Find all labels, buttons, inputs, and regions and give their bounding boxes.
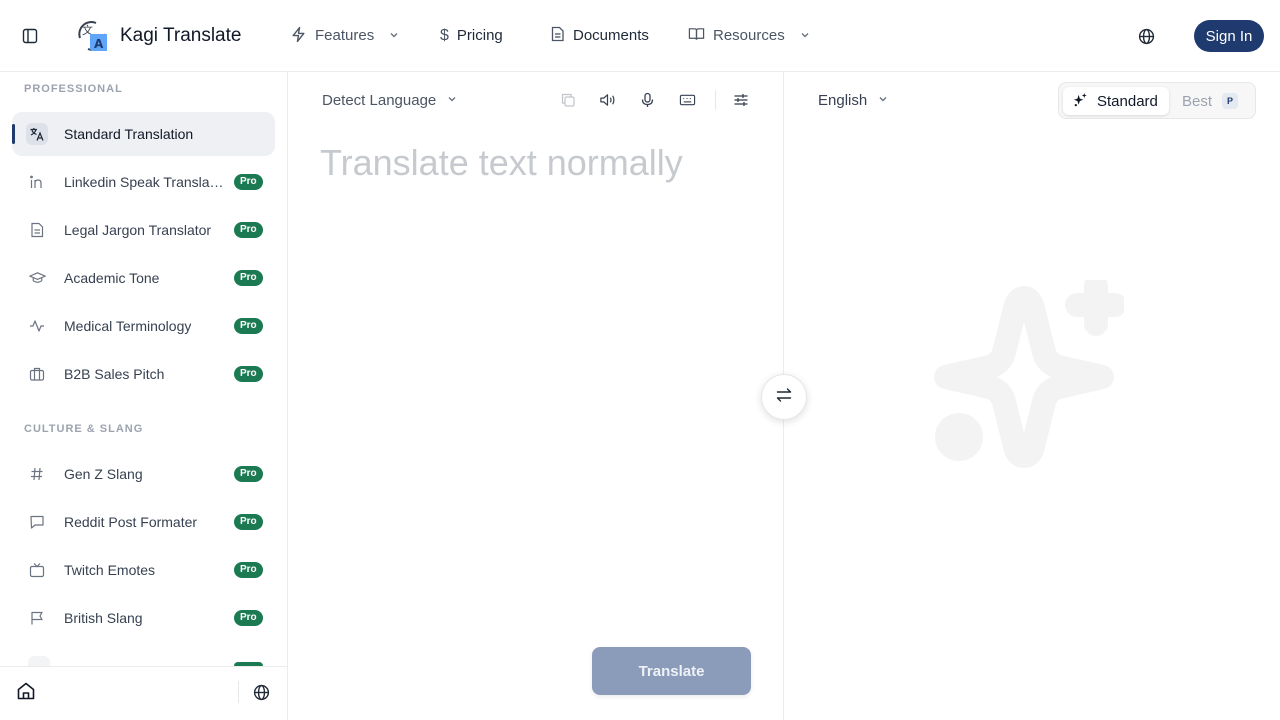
target-language-select[interactable]: English — [818, 90, 889, 110]
settings-sliders-icon[interactable] — [730, 89, 752, 111]
brand-title[interactable]: Kagi Translate — [120, 24, 241, 48]
speaker-icon[interactable] — [596, 89, 618, 111]
standard-mode-label: Standard — [1097, 92, 1158, 110]
book-icon — [688, 26, 705, 46]
briefcase-icon — [26, 363, 48, 385]
sidebar-item-label: Gen Z Slang — [64, 466, 143, 482]
document-icon — [550, 26, 565, 46]
sidebar-item-label: B2B Sales Pitch — [64, 366, 165, 382]
tv-icon — [26, 559, 48, 581]
pro-badge: Pro — [234, 610, 263, 626]
premium-badge: P — [1222, 93, 1239, 109]
top-header: 文 A Kagi Translate Features $ Pricing Do… — [0, 0, 1280, 72]
translate-icon — [26, 123, 48, 145]
graduation-cap-icon — [26, 267, 48, 289]
chevron-down-icon — [799, 28, 811, 45]
nav-documents-label: Documents — [573, 27, 649, 44]
sidebar-footer — [0, 666, 287, 720]
sign-in-button[interactable]: Sign In — [1194, 20, 1264, 52]
target-language-label: English — [818, 91, 868, 109]
keyboard-icon[interactable] — [676, 89, 698, 111]
nav-pricing-label: Pricing — [456, 27, 503, 44]
sidebar-item-label: Standard Translation — [64, 126, 194, 142]
sparkle-placeholder-icon — [934, 274, 1127, 470]
sidebar-item-label: Medical Terminology — [64, 318, 192, 334]
pro-badge: Pro — [234, 514, 263, 530]
pro-badge: Pro — [234, 174, 263, 190]
next-item-icon-peek — [28, 656, 50, 666]
sidebar-item-label: Reddit Post Formater — [64, 514, 198, 530]
sidebar-item-label: British Slang — [64, 610, 143, 626]
microphone-icon[interactable] — [636, 89, 658, 111]
sidebar-item-standard-translation[interactable]: Standard Translation — [12, 112, 275, 156]
hashtag-icon — [26, 463, 48, 485]
footer-divider — [238, 681, 239, 703]
sparkles-icon — [1073, 92, 1088, 111]
pro-badge: Pro — [234, 222, 263, 238]
sidebar-item-medical-terminology[interactable]: Medical Terminology Pro — [12, 304, 275, 348]
flag-icon — [26, 607, 48, 629]
language-globe-icon[interactable] — [1134, 24, 1158, 48]
best-mode-label: Best — [1182, 92, 1213, 110]
source-text-input[interactable] — [320, 142, 760, 662]
pro-badge: Pro — [234, 466, 263, 482]
chevron-down-icon — [446, 92, 458, 109]
sidebar-item-label: Academic Tone — [64, 270, 160, 286]
nav-features-label: Features — [315, 27, 375, 44]
sidebar-item-linkedin-speak[interactable]: Linkedin Speak Translator Pro — [12, 160, 275, 204]
heartbeat-icon — [26, 315, 48, 337]
active-indicator — [12, 124, 15, 144]
sidebar-item-gen-z-slang[interactable]: Gen Z Slang Pro — [12, 452, 275, 496]
chevron-down-icon — [388, 28, 400, 45]
copy-icon[interactable] — [557, 89, 579, 111]
kagi-translate-logo[interactable]: 文 A — [74, 18, 110, 54]
sidebar-item-label: Twitch Emotes — [64, 562, 156, 578]
pro-badge: Pro — [234, 318, 263, 334]
sidebar-item-academic-tone[interactable]: Academic Tone Pro — [12, 256, 275, 300]
pro-badge: Pro — [234, 270, 263, 286]
sidebar-item-reddit-post-formater[interactable]: Reddit Post Formater Pro — [12, 500, 275, 544]
target-panel: English Standard Best P — [784, 72, 1280, 720]
sidebar-toggle-icon[interactable] — [18, 24, 42, 48]
svg-text:A: A — [94, 37, 104, 51]
source-language-label: Detect Language — [322, 91, 437, 109]
best-mode-button[interactable]: Best P — [1182, 87, 1239, 115]
nav-features[interactable]: Features — [290, 24, 400, 48]
sidebar-item-label: Linkedin Speak Translator — [64, 174, 224, 190]
nav-resources[interactable]: Resources — [688, 24, 811, 48]
document-icon — [26, 219, 48, 241]
source-language-select[interactable]: Detect Language — [322, 90, 458, 110]
sidebar-item-b2b-sales-pitch[interactable]: B2B Sales Pitch Pro — [12, 352, 275, 396]
globe-icon[interactable] — [253, 681, 273, 703]
linkedin-icon — [26, 171, 48, 193]
nav-pricing[interactable]: $ Pricing — [440, 24, 503, 48]
section-title-professional: PROFESSIONAL — [24, 83, 123, 95]
sidebar-item-twitch-emotes[interactable]: Twitch Emotes Pro — [12, 548, 275, 592]
nav-documents[interactable]: Documents — [550, 24, 649, 48]
translate-button[interactable]: Translate — [592, 647, 751, 695]
chevron-down-icon — [877, 92, 889, 109]
lightning-icon — [290, 26, 307, 47]
chat-bubble-icon — [26, 511, 48, 533]
pro-badge: Pro — [234, 366, 263, 382]
dollar-icon: $ — [440, 27, 449, 44]
source-panel: Detect Language Translate — [288, 72, 784, 720]
pro-badge: Pro — [234, 562, 263, 578]
sidebar: PROFESSIONAL Standard Translation Linked… — [0, 72, 288, 720]
standard-mode-button[interactable]: Standard — [1063, 87, 1169, 115]
nav-resources-label: Resources — [713, 27, 785, 44]
sidebar-item-label: Legal Jargon Translator — [64, 222, 212, 238]
section-title-culture-slang: CULTURE & SLANG — [24, 423, 144, 435]
sidebar-item-british-slang[interactable]: British Slang Pro — [12, 596, 275, 640]
quality-mode-toggle: Standard Best P — [1058, 82, 1256, 119]
sidebar-item-legal-jargon[interactable]: Legal Jargon Translator Pro — [12, 208, 275, 252]
toolbar-divider — [715, 90, 716, 110]
home-icon[interactable] — [16, 681, 38, 703]
